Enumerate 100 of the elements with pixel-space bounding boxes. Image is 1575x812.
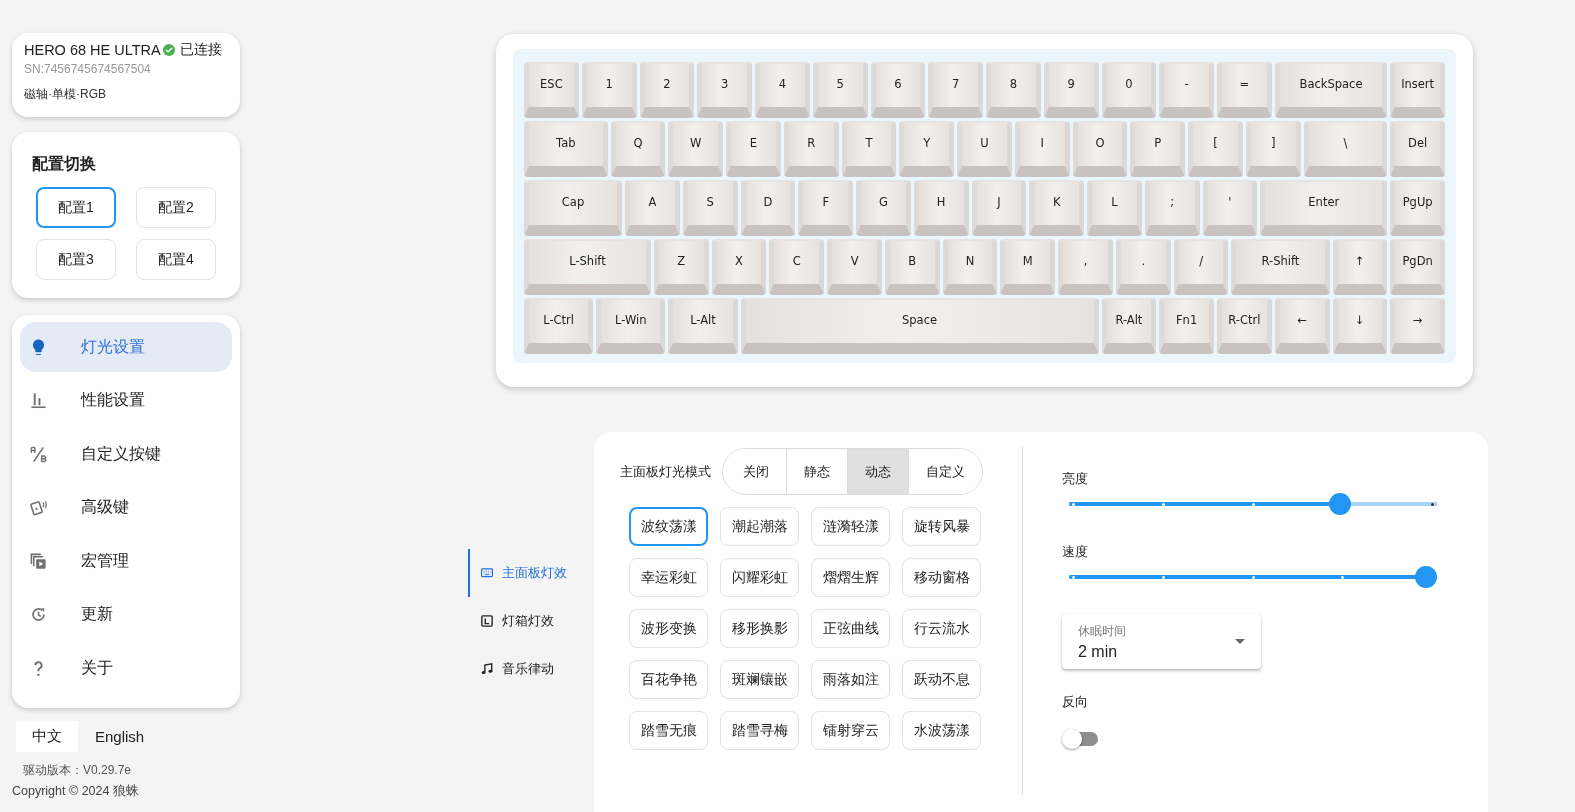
- key[interactable]: [: [1188, 121, 1243, 177]
- key[interactable]: Del: [1390, 121, 1445, 177]
- key[interactable]: L-Alt: [668, 298, 738, 354]
- subnav-tab[interactable]: 音乐律动: [468, 645, 594, 693]
- effect-button[interactable]: 斑斓镶嵌: [720, 660, 799, 699]
- key[interactable]: H: [913, 180, 969, 236]
- key[interactable]: R-Shift: [1231, 239, 1330, 295]
- key[interactable]: F: [798, 180, 854, 236]
- effect-button[interactable]: 水波荡漾: [902, 711, 981, 750]
- key[interactable]: J: [971, 180, 1027, 236]
- key[interactable]: BackSpace: [1274, 62, 1388, 118]
- key[interactable]: V: [827, 239, 882, 295]
- key[interactable]: R-Alt: [1101, 298, 1157, 354]
- nav-item[interactable]: 更新: [20, 589, 232, 640]
- key[interactable]: S: [682, 180, 738, 236]
- key[interactable]: /: [1173, 239, 1229, 295]
- key[interactable]: 5: [812, 62, 868, 118]
- effect-button[interactable]: 波纹荡漾: [629, 507, 708, 546]
- key[interactable]: E: [726, 121, 781, 177]
- effect-button[interactable]: 踏雪寻梅: [720, 711, 799, 750]
- key[interactable]: .: [1115, 239, 1171, 295]
- effect-button[interactable]: 涟漪轻漾: [811, 507, 890, 546]
- key[interactable]: B: [884, 239, 940, 295]
- key[interactable]: Space: [740, 298, 1099, 354]
- key[interactable]: 1: [581, 62, 637, 118]
- key[interactable]: G: [856, 180, 911, 236]
- key[interactable]: W: [668, 121, 724, 177]
- key[interactable]: 7: [928, 62, 983, 118]
- key[interactable]: 0: [1101, 62, 1157, 118]
- key[interactable]: O: [1072, 121, 1128, 177]
- key[interactable]: →: [1390, 298, 1445, 354]
- key[interactable]: Y: [899, 121, 955, 177]
- effect-button[interactable]: 镭射穿云: [811, 711, 890, 750]
- nav-item[interactable]: 高级键: [20, 482, 232, 533]
- profile-button[interactable]: 配置2: [136, 187, 216, 228]
- nav-item[interactable]: 关于: [20, 643, 232, 693]
- effect-button[interactable]: 移形换影: [720, 609, 799, 648]
- language-button[interactable]: English: [81, 721, 159, 752]
- effect-button[interactable]: 跃动不息: [902, 660, 981, 699]
- key[interactable]: ↓: [1332, 298, 1388, 354]
- effect-button[interactable]: 闪耀彩虹: [720, 558, 799, 597]
- key[interactable]: \: [1303, 121, 1388, 177]
- key[interactable]: K: [1029, 180, 1085, 236]
- key[interactable]: R: [783, 121, 839, 177]
- effect-button[interactable]: 旋转风暴: [902, 507, 981, 546]
- profile-button[interactable]: 配置3: [36, 239, 116, 280]
- key[interactable]: N: [942, 239, 998, 295]
- key[interactable]: Cap: [524, 180, 623, 236]
- key[interactable]: ESC: [524, 62, 579, 118]
- effect-button[interactable]: 正弦曲线: [811, 609, 890, 648]
- effect-button[interactable]: 潮起潮落: [720, 507, 799, 546]
- key[interactable]: 8: [986, 62, 1041, 118]
- key[interactable]: U: [957, 121, 1012, 177]
- effect-button[interactable]: 幸运彩虹: [629, 558, 708, 597]
- key[interactable]: D: [740, 180, 796, 236]
- effect-button[interactable]: 踏雪无痕: [629, 711, 708, 750]
- key[interactable]: PgDn: [1390, 239, 1445, 295]
- profile-button[interactable]: 配置4: [136, 239, 216, 280]
- sleep-time-select[interactable]: 休眠时间 2 min: [1062, 614, 1261, 669]
- nav-item[interactable]: 性能设置: [20, 375, 232, 426]
- key[interactable]: Z: [653, 239, 709, 295]
- key[interactable]: PgUp: [1390, 180, 1445, 236]
- key[interactable]: L: [1087, 180, 1142, 236]
- key[interactable]: 6: [870, 62, 926, 118]
- key[interactable]: C: [769, 239, 825, 295]
- key[interactable]: 9: [1043, 62, 1099, 118]
- key[interactable]: M: [1000, 239, 1056, 295]
- profile-button[interactable]: 配置1: [36, 187, 116, 228]
- key[interactable]: ;: [1144, 180, 1200, 236]
- key[interactable]: X: [711, 239, 767, 295]
- key[interactable]: Fn1: [1159, 298, 1214, 354]
- effect-button[interactable]: 雨落如注: [811, 660, 890, 699]
- language-button[interactable]: 中文: [16, 721, 78, 752]
- key[interactable]: A: [625, 180, 680, 236]
- key[interactable]: L-Win: [596, 298, 666, 354]
- key[interactable]: 4: [755, 62, 810, 118]
- key[interactable]: ,: [1058, 239, 1113, 295]
- nav-item[interactable]: 灯光设置: [20, 322, 232, 372]
- key[interactable]: L-Shift: [524, 239, 651, 295]
- key[interactable]: L-Ctrl: [524, 298, 594, 354]
- key[interactable]: 3: [697, 62, 752, 118]
- key[interactable]: =: [1217, 62, 1272, 118]
- subnav-tab[interactable]: 灯箱灯效: [468, 597, 594, 645]
- effect-button[interactable]: 波形变换: [629, 609, 708, 648]
- mode-segment[interactable]: 自定义: [908, 449, 982, 494]
- key[interactable]: Q: [610, 121, 666, 177]
- key[interactable]: Insert: [1390, 62, 1445, 118]
- key[interactable]: ': [1202, 180, 1258, 236]
- key[interactable]: T: [841, 121, 897, 177]
- key[interactable]: Tab: [524, 121, 608, 177]
- key[interactable]: ↑: [1332, 239, 1388, 295]
- key[interactable]: ←: [1274, 298, 1330, 354]
- effect-button[interactable]: 移动窗格: [902, 558, 981, 597]
- effect-button[interactable]: 百花争艳: [629, 660, 708, 699]
- key[interactable]: ]: [1245, 121, 1301, 177]
- nav-item[interactable]: 宏管理: [20, 536, 232, 586]
- key[interactable]: 2: [639, 62, 695, 118]
- slider-thumb[interactable]: [1328, 493, 1351, 515]
- effect-button[interactable]: 熠熠生辉: [811, 558, 890, 597]
- key[interactable]: -: [1159, 62, 1214, 118]
